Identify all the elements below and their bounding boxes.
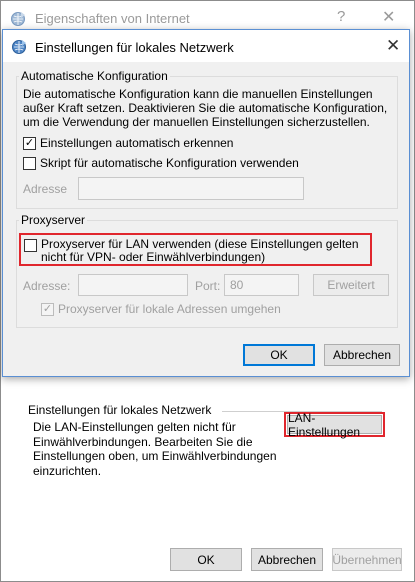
bypass-local-row[interactable]: ✓ Proxyserver für lokale Adressen umgehe… xyxy=(41,302,281,316)
auto-config-description: Die automatische Konfiguration kann die … xyxy=(23,87,388,129)
dialog-cancel-button[interactable]: Abbrechen xyxy=(324,344,400,366)
proxy-port-field[interactable]: 80 xyxy=(224,274,299,296)
auto-detect-checkbox[interactable]: ✓ xyxy=(23,136,36,150)
outer-window-title: Eigenschaften von Internet xyxy=(35,11,190,26)
dialog-close-button[interactable]: ✕ xyxy=(386,36,400,56)
lan-button-highlight: LAN-Einstellungen xyxy=(284,411,385,439)
script-address-field[interactable] xyxy=(78,177,304,200)
lan-group-legend: Einstellungen für lokales Netzwerk xyxy=(28,403,212,417)
bypass-local-checkbox[interactable]: ✓ xyxy=(41,302,54,316)
auto-script-checkbox[interactable] xyxy=(23,156,36,170)
dialog-title: Einstellungen für lokales Netzwerk xyxy=(35,40,234,55)
proxy-address-label: Adresse: xyxy=(23,279,71,293)
use-proxy-checkbox[interactable] xyxy=(24,239,37,252)
auto-detect-label: Einstellungen automatisch erkennen xyxy=(40,136,234,150)
auto-config-legend: Automatische Konfiguration xyxy=(19,69,170,83)
auto-script-row[interactable]: Skript für automatische Konfiguration ve… xyxy=(23,156,299,170)
outer-cancel-button[interactable]: Abbrechen xyxy=(251,548,323,571)
proxy-legend: Proxyserver xyxy=(19,213,88,227)
help-button[interactable]: ? xyxy=(337,8,345,25)
proxy-port-label: Port: xyxy=(195,279,221,293)
lan-settings-dialog: Einstellungen für lokales Netzwerk ✕ Aut… xyxy=(2,29,410,377)
checkmark-icon: ✓ xyxy=(42,302,53,315)
proxy-address-field[interactable] xyxy=(78,274,188,296)
script-address-label: Adresse xyxy=(23,182,68,196)
outer-ok-button[interactable]: OK xyxy=(170,548,242,571)
advanced-button[interactable]: Erweitert xyxy=(313,274,389,296)
dialog-titlebar: Einstellungen für lokales Netzwerk ✕ xyxy=(3,30,409,62)
use-proxy-label: Proxyserver für LAN verwenden (diese Ein… xyxy=(41,237,359,264)
lan-settings-button[interactable]: LAN-Einstellungen xyxy=(287,411,382,439)
lan-group-description: Die LAN-Einstellungen gelten nicht für E… xyxy=(33,420,277,478)
dialog-ok-button[interactable]: OK xyxy=(243,344,315,366)
outer-apply-button[interactable]: Übernehmen xyxy=(332,548,402,571)
internet-options-icon xyxy=(11,12,25,26)
auto-detect-row[interactable]: ✓ Einstellungen automatisch erkennen xyxy=(23,136,233,150)
auto-script-label: Skript für automatische Konfiguration ve… xyxy=(40,156,299,170)
internet-options-icon xyxy=(12,40,26,54)
checkmark-icon: ✓ xyxy=(24,136,35,149)
use-proxy-row[interactable]: Proxyserver für LAN verwenden (diese Ein… xyxy=(24,238,369,264)
outer-close-button[interactable]: ✕ xyxy=(382,7,395,27)
bypass-local-label: Proxyserver für lokale Adressen umgehen xyxy=(58,302,281,316)
